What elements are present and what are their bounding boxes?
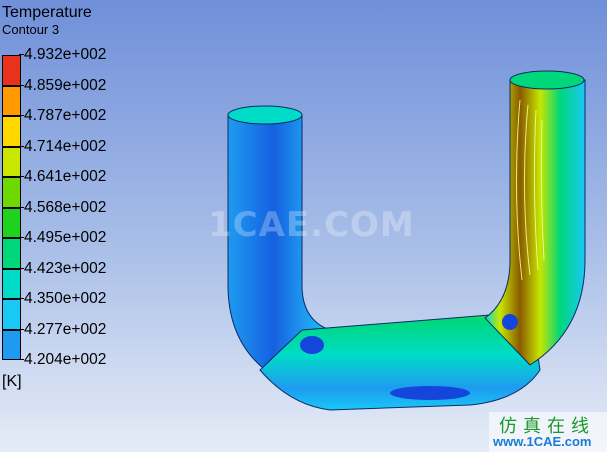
cold-spot — [390, 386, 470, 400]
legend-swatch — [2, 146, 21, 177]
legend-swatch — [2, 207, 21, 238]
legend-tick-label: 4.350e+002 — [18, 290, 107, 307]
legend-swatch — [2, 268, 21, 299]
plot-title: Temperature — [2, 4, 92, 21]
legend-tick-label: 4.714e+002 — [18, 137, 107, 155]
color-legend: 4.932e+002 4.859e+002 4.787e+002 4.714e+002… — [2, 46, 172, 370]
legend-swatch — [2, 116, 21, 147]
legend-tick-label: 4.277e+002 — [18, 320, 107, 338]
legend-tick-label: 4.423e+002 — [18, 259, 107, 277]
site-badge: 仿真在线 www.1CAE.com — [489, 412, 607, 452]
cold-spot — [300, 336, 324, 354]
legend-swatch — [2, 238, 21, 269]
u-pipe-viewport[interactable] — [190, 60, 607, 452]
legend-tick-label: 4.641e+002 — [18, 168, 107, 185]
title-block: Temperature Contour 3 — [2, 4, 92, 37]
legend-swatch — [2, 85, 21, 116]
legend-tick-label: 4.568e+002 — [18, 198, 107, 216]
legend-swatch — [2, 177, 21, 208]
legend-swatch — [2, 329, 21, 360]
legend-tick-label: 4.859e+002 — [18, 76, 107, 94]
legend-tick-label: 4.204e+002 — [18, 351, 107, 368]
legend-swatch — [2, 55, 21, 86]
legend-swatch — [2, 299, 21, 330]
watermark: 1CAE.COM — [208, 205, 415, 245]
unit-label: [K] — [2, 373, 22, 390]
right-pipe-opening — [509, 70, 585, 90]
site-url: www.1CAE.com — [493, 434, 592, 449]
left-pipe-opening — [227, 105, 303, 125]
legend-tick-label: 4.787e+002 — [18, 107, 107, 124]
plot-subtitle: Contour 3 — [2, 22, 60, 37]
legend-tick-label: 4.932e+002 — [18, 46, 107, 63]
cold-spot — [502, 314, 518, 330]
legend-tick-label: 4.495e+002 — [18, 229, 107, 246]
